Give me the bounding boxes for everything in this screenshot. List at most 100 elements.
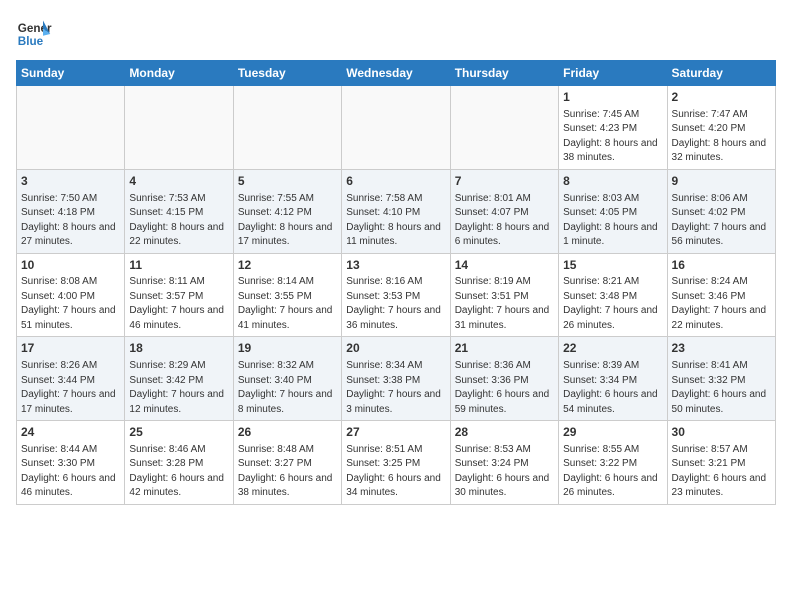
day-number: 12	[238, 257, 337, 274]
day-info: Sunrise: 8:08 AM Sunset: 4:00 PM Dayligh…	[21, 275, 120, 333]
weekday-header-tuesday: Tuesday	[233, 61, 341, 86]
day-number: 27	[346, 424, 445, 441]
day-number: 29	[563, 424, 662, 441]
calendar-cell: 20 Sunrise: 8:34 AM Sunset: 3:38 PM Dayli…	[342, 337, 450, 421]
calendar-cell: 3Sunrise: 7:50 AM Sunset: 4:18 PM Daylig…	[17, 169, 125, 253]
day-info: Sunrise: 8:06 AM Sunset: 4:02 PM Dayligh…	[672, 192, 771, 250]
calendar-cell: 21 Sunrise: 8:36 AM Sunset: 3:36 PM Dayli…	[450, 337, 558, 421]
calendar-cell: 6 Sunrise: 7:58 AM Sunset: 4:10 PM Daylig…	[342, 169, 450, 253]
day-info: Sunrise: 8:21 AM Sunset: 3:48 PM Dayligh…	[563, 275, 662, 333]
day-number: 16	[672, 257, 771, 274]
day-info: Sunrise: 8:46 AM Sunset: 3:28 PM Dayligh…	[129, 443, 228, 501]
weekday-header-sunday: Sunday	[17, 61, 125, 86]
day-info: Sunrise: 8:48 AM Sunset: 3:27 PM Dayligh…	[238, 443, 337, 501]
day-number: 9	[672, 173, 771, 190]
day-number: 25	[129, 424, 228, 441]
calendar-cell: 10Sunrise: 8:08 AM Sunset: 4:00 PM Dayli…	[17, 253, 125, 337]
weekday-header-monday: Monday	[125, 61, 233, 86]
day-info: Sunrise: 7:50 AM Sunset: 4:18 PM Dayligh…	[21, 192, 120, 250]
day-info: Sunrise: 8:57 AM Sunset: 3:21 PM Dayligh…	[672, 443, 771, 501]
calendar-header-row: SundayMondayTuesdayWednesdayThursdayFrid…	[17, 61, 776, 86]
calendar-cell: 19 Sunrise: 8:32 AM Sunset: 3:40 PM Dayli…	[233, 337, 341, 421]
calendar-cell: 9 Sunrise: 8:06 AM Sunset: 4:02 PM Daylig…	[667, 169, 775, 253]
day-info: Sunrise: 8:29 AM Sunset: 3:42 PM Dayligh…	[129, 359, 228, 417]
weekday-header-wednesday: Wednesday	[342, 61, 450, 86]
day-number: 30	[672, 424, 771, 441]
day-number: 24	[21, 424, 120, 441]
day-number: 4	[129, 173, 228, 190]
day-number: 10	[21, 257, 120, 274]
calendar-cell: 15Sunrise: 8:21 AM Sunset: 3:48 PM Dayli…	[559, 253, 667, 337]
calendar-cell	[342, 86, 450, 170]
logo: General Blue	[16, 16, 52, 52]
calendar-week-row: 1Sunrise: 7:45 AM Sunset: 4:23 PM Daylig…	[17, 86, 776, 170]
weekday-header-friday: Friday	[559, 61, 667, 86]
calendar-cell: 1Sunrise: 7:45 AM Sunset: 4:23 PM Daylig…	[559, 86, 667, 170]
day-number: 8	[563, 173, 662, 190]
day-number: 17	[21, 340, 120, 357]
day-number: 20	[346, 340, 445, 357]
calendar-cell: 22 Sunrise: 8:39 AM Sunset: 3:34 PM Dayli…	[559, 337, 667, 421]
day-info: Sunrise: 7:55 AM Sunset: 4:12 PM Dayligh…	[238, 192, 337, 250]
calendar-cell: 12Sunrise: 8:14 AM Sunset: 3:55 PM Dayli…	[233, 253, 341, 337]
calendar-cell: 30 Sunrise: 8:57 AM Sunset: 3:21 PM Dayli…	[667, 421, 775, 505]
day-number: 28	[455, 424, 554, 441]
calendar-cell: 4 Sunrise: 7:53 AM Sunset: 4:15 PM Daylig…	[125, 169, 233, 253]
day-number: 21	[455, 340, 554, 357]
calendar-week-row: 17 Sunrise: 8:26 AM Sunset: 3:44 PM Dayli…	[17, 337, 776, 421]
day-info: Sunrise: 8:39 AM Sunset: 3:34 PM Dayligh…	[563, 359, 662, 417]
logo-icon: General Blue	[16, 16, 52, 52]
calendar-cell: 16Sunrise: 8:24 AM Sunset: 3:46 PM Dayli…	[667, 253, 775, 337]
calendar-cell: 13Sunrise: 8:16 AM Sunset: 3:53 PM Dayli…	[342, 253, 450, 337]
day-info: Sunrise: 8:03 AM Sunset: 4:05 PM Dayligh…	[563, 192, 662, 250]
calendar-cell: 26Sunrise: 8:48 AM Sunset: 3:27 PM Dayli…	[233, 421, 341, 505]
calendar-cell	[450, 86, 558, 170]
weekday-header-thursday: Thursday	[450, 61, 558, 86]
day-info: Sunrise: 8:11 AM Sunset: 3:57 PM Dayligh…	[129, 275, 228, 333]
day-number: 7	[455, 173, 554, 190]
calendar-cell: 25 Sunrise: 8:46 AM Sunset: 3:28 PM Dayli…	[125, 421, 233, 505]
day-number: 11	[129, 257, 228, 274]
day-number: 19	[238, 340, 337, 357]
day-info: Sunrise: 7:47 AM Sunset: 4:20 PM Dayligh…	[672, 108, 771, 166]
day-info: Sunrise: 8:16 AM Sunset: 3:53 PM Dayligh…	[346, 275, 445, 333]
day-number: 18	[129, 340, 228, 357]
calendar-cell: 14Sunrise: 8:19 AM Sunset: 3:51 PM Dayli…	[450, 253, 558, 337]
day-info: Sunrise: 7:58 AM Sunset: 4:10 PM Dayligh…	[346, 192, 445, 250]
calendar-cell: 5Sunrise: 7:55 AM Sunset: 4:12 PM Daylig…	[233, 169, 341, 253]
calendar-cell	[125, 86, 233, 170]
calendar-cell	[17, 86, 125, 170]
calendar-cell: 2 Sunrise: 7:47 AM Sunset: 4:20 PM Daylig…	[667, 86, 775, 170]
calendar-cell: 17 Sunrise: 8:26 AM Sunset: 3:44 PM Dayli…	[17, 337, 125, 421]
day-info: Sunrise: 7:53 AM Sunset: 4:15 PM Dayligh…	[129, 192, 228, 250]
day-info: Sunrise: 8:36 AM Sunset: 3:36 PM Dayligh…	[455, 359, 554, 417]
day-info: Sunrise: 8:01 AM Sunset: 4:07 PM Dayligh…	[455, 192, 554, 250]
day-info: Sunrise: 8:19 AM Sunset: 3:51 PM Dayligh…	[455, 275, 554, 333]
day-info: Sunrise: 8:51 AM Sunset: 3:25 PM Dayligh…	[346, 443, 445, 501]
day-info: Sunrise: 8:44 AM Sunset: 3:30 PM Dayligh…	[21, 443, 120, 501]
day-number: 6	[346, 173, 445, 190]
calendar-cell: 18 Sunrise: 8:29 AM Sunset: 3:42 PM Dayli…	[125, 337, 233, 421]
svg-text:Blue: Blue	[18, 35, 44, 48]
day-info: Sunrise: 8:53 AM Sunset: 3:24 PM Dayligh…	[455, 443, 554, 501]
calendar-cell: 11Sunrise: 8:11 AM Sunset: 3:57 PM Dayli…	[125, 253, 233, 337]
day-info: Sunrise: 8:26 AM Sunset: 3:44 PM Dayligh…	[21, 359, 120, 417]
day-info: Sunrise: 8:14 AM Sunset: 3:55 PM Dayligh…	[238, 275, 337, 333]
calendar-week-row: 24 Sunrise: 8:44 AM Sunset: 3:30 PM Dayli…	[17, 421, 776, 505]
calendar-table: SundayMondayTuesdayWednesdayThursdayFrid…	[16, 60, 776, 505]
day-info: Sunrise: 8:34 AM Sunset: 3:38 PM Dayligh…	[346, 359, 445, 417]
calendar-cell: 29 Sunrise: 8:55 AM Sunset: 3:22 PM Dayli…	[559, 421, 667, 505]
calendar-cell: 7 Sunrise: 8:01 AM Sunset: 4:07 PM Daylig…	[450, 169, 558, 253]
day-number: 15	[563, 257, 662, 274]
day-number: 2	[672, 89, 771, 106]
day-info: Sunrise: 8:41 AM Sunset: 3:32 PM Dayligh…	[672, 359, 771, 417]
calendar-cell: 23 Sunrise: 8:41 AM Sunset: 3:32 PM Dayli…	[667, 337, 775, 421]
calendar-cell	[233, 86, 341, 170]
day-number: 14	[455, 257, 554, 274]
day-number: 23	[672, 340, 771, 357]
day-info: Sunrise: 8:32 AM Sunset: 3:40 PM Dayligh…	[238, 359, 337, 417]
day-info: Sunrise: 8:55 AM Sunset: 3:22 PM Dayligh…	[563, 443, 662, 501]
day-number: 22	[563, 340, 662, 357]
weekday-header-saturday: Saturday	[667, 61, 775, 86]
day-number: 1	[563, 89, 662, 106]
